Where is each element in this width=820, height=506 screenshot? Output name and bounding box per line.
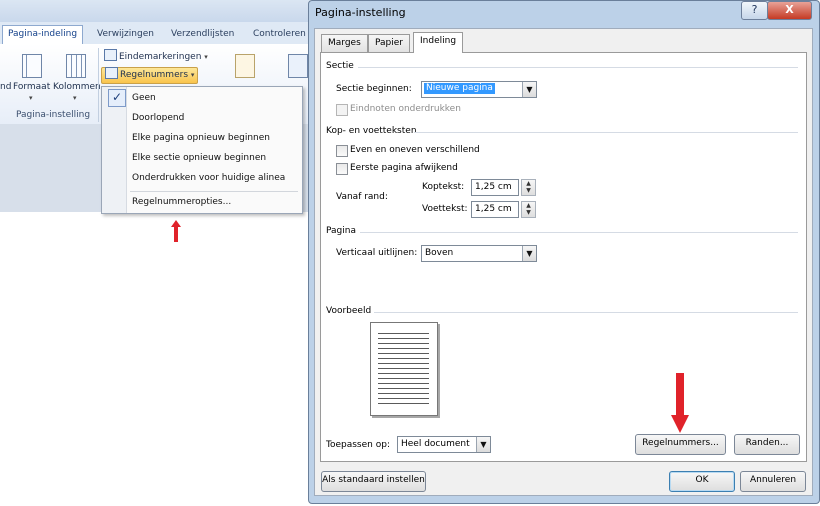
sectie-beginnen-label: Sectie beginnen:: [336, 84, 412, 94]
menu-item-elke-sectie[interactable]: Elke sectie opnieuw beginnen: [132, 150, 266, 166]
eindnoten-label: Eindnoten onderdrukken: [350, 104, 461, 114]
verticaal-value: Boven: [425, 248, 454, 258]
menu-item-label: Onderdrukken voor huidige alinea: [132, 173, 286, 183]
menu-item-label: Regelnummeropties...: [132, 197, 232, 207]
group-label-pagina-instelling: Pagina-instelling: [15, 110, 91, 120]
dropdown-arrow-icon[interactable]: ▼: [522, 82, 536, 97]
menu-item-onderdrukken[interactable]: Onderdrukken voor huidige alinea: [132, 170, 285, 186]
menu-item-label: Doorlopend: [132, 113, 185, 123]
regelnummers-dialog-button[interactable]: Regelnummers...: [635, 434, 726, 455]
help-icon[interactable]: ?: [741, 1, 768, 20]
dropdown-arrow-icon[interactable]: ▼: [522, 246, 536, 261]
chevron-down-icon: ▾: [29, 94, 33, 102]
section-heading-kop: Kop- en voetteksten: [326, 126, 417, 136]
title-strip: [0, 0, 310, 22]
line-numbers-icon: [105, 67, 118, 79]
sectie-beginnen-value: Nieuwe pagina: [424, 83, 495, 94]
dropdown-arrow-icon[interactable]: ▼: [476, 437, 490, 452]
section-heading-sectie: Sectie: [326, 61, 354, 71]
eerste-pagina-label: Eerste pagina afwijkend: [350, 163, 458, 173]
vanaf-rand-label: Vanaf rand:: [336, 192, 388, 202]
page-color-icon[interactable]: [288, 54, 308, 78]
eindemarkeringen-label: Eindemarkeringen: [119, 52, 202, 62]
menu-item-regelnummeropties[interactable]: Regelnummeropties...: [132, 194, 231, 210]
tab-pagina-indeling[interactable]: Pagina-indeling: [2, 25, 84, 45]
regelnummers-menu: ✓ Geen Doorlopend Elke pagina opnieuw be…: [101, 86, 303, 214]
ribbon-tab-row: Pagina-indeling Verwijzingen Verzendlijs…: [0, 22, 310, 45]
even-oneven-checkbox[interactable]: [336, 145, 348, 157]
watermark-icon[interactable]: [235, 54, 255, 78]
menu-item-elke-pagina[interactable]: Elke pagina opnieuw beginnen: [132, 130, 270, 146]
tab-indeling[interactable]: Indeling: [413, 32, 464, 53]
section-rule: [414, 132, 798, 133]
orientation-icon[interactable]: [22, 54, 42, 78]
spin-down-icon[interactable]: ▼: [522, 209, 535, 216]
formaat-button[interactable]: Formaat: [13, 82, 50, 92]
dialog-title: Pagina-instelling: [315, 6, 406, 19]
voettekst-input[interactable]: 1,25 cm: [471, 201, 519, 218]
annotation-arrow: [171, 220, 181, 242]
koptekst-value: 1,25 cm: [475, 182, 512, 192]
tab-verwijzingen[interactable]: Verwijzingen: [92, 26, 159, 44]
toepassen-label: Toepassen op:: [326, 440, 390, 450]
regelnummers-label: Regelnummers: [120, 70, 189, 80]
voettekst-label: Voettekst:: [422, 204, 468, 214]
koptekst-spinner[interactable]: ▲ ▼: [521, 179, 536, 196]
tab-marges[interactable]: Marges: [321, 34, 368, 52]
big-button-label-nd[interactable]: nd: [0, 82, 11, 92]
even-oneven-label: Even en oneven verschillend: [350, 145, 480, 155]
tab-papier[interactable]: Papier: [368, 34, 410, 52]
preview-lines: [378, 331, 429, 405]
menu-item-label: Geen: [132, 93, 156, 103]
toepassen-select[interactable]: Heel document ▼: [397, 436, 491, 453]
menu-separator: [130, 191, 298, 192]
kolommen-button[interactable]: Kolommen: [53, 82, 101, 92]
page-preview-icon: [370, 322, 438, 416]
chevron-down-icon: ▾: [204, 53, 208, 61]
verticaal-label: Verticaal uitlijnen:: [336, 248, 418, 258]
section-heading-pagina: Pagina: [326, 226, 356, 236]
chevron-down-icon: ▾: [73, 94, 77, 102]
group-divider: [98, 48, 99, 122]
koptekst-input[interactable]: 1,25 cm: [471, 179, 519, 196]
eindemarkeringen-button[interactable]: Eindemarkeringen ▾: [104, 49, 208, 64]
verticaal-select[interactable]: Boven ▼: [421, 245, 537, 262]
menu-item-geen[interactable]: Geen: [132, 90, 156, 106]
close-icon[interactable]: X: [767, 1, 812, 20]
eerste-pagina-checkbox[interactable]: [336, 163, 348, 175]
ok-button[interactable]: OK: [669, 471, 735, 492]
breaks-icon: [104, 49, 117, 61]
annotation-arrow: [671, 373, 689, 435]
sectie-beginnen-select[interactable]: Nieuwe pagina ▼: [421, 81, 537, 98]
section-rule: [360, 232, 798, 233]
toepassen-value: Heel document: [401, 439, 470, 449]
voettekst-value: 1,25 cm: [475, 204, 512, 214]
section-rule: [374, 312, 798, 313]
tab-verzendlijsten[interactable]: Verzendlijsten: [166, 26, 239, 44]
columns-icon[interactable]: [66, 54, 86, 78]
section-heading-voorbeeld: Voorbeeld: [326, 306, 372, 316]
menu-item-label: Elke pagina opnieuw beginnen: [132, 133, 270, 143]
tab-controleren[interactable]: Controleren: [248, 26, 311, 44]
voettekst-spinner[interactable]: ▲ ▼: [521, 201, 536, 218]
regelnummers-button-content: Regelnummers ▾: [105, 67, 194, 82]
spin-up-icon[interactable]: ▲: [522, 202, 535, 209]
check-icon: ✓: [108, 89, 126, 107]
spin-up-icon[interactable]: ▲: [522, 180, 535, 187]
eindnoten-checkbox[interactable]: [336, 104, 348, 116]
regelnummers-button[interactable]: Regelnummers ▾: [101, 67, 198, 84]
menu-item-label: Elke sectie opnieuw beginnen: [132, 153, 267, 163]
word-ribbon: Pagina-indeling Verwijzingen Verzendlijs…: [0, 0, 310, 506]
koptekst-label: Koptekst:: [422, 182, 465, 192]
annuleren-button[interactable]: Annuleren: [740, 471, 806, 492]
randen-button[interactable]: Randen...: [734, 434, 800, 455]
section-rule: [358, 67, 798, 68]
menu-item-doorlopend[interactable]: Doorlopend: [132, 110, 184, 126]
als-standaard-button[interactable]: Als standaard instellen: [321, 471, 426, 492]
chevron-down-icon: ▾: [190, 71, 195, 79]
spin-down-icon[interactable]: ▼: [522, 187, 535, 194]
